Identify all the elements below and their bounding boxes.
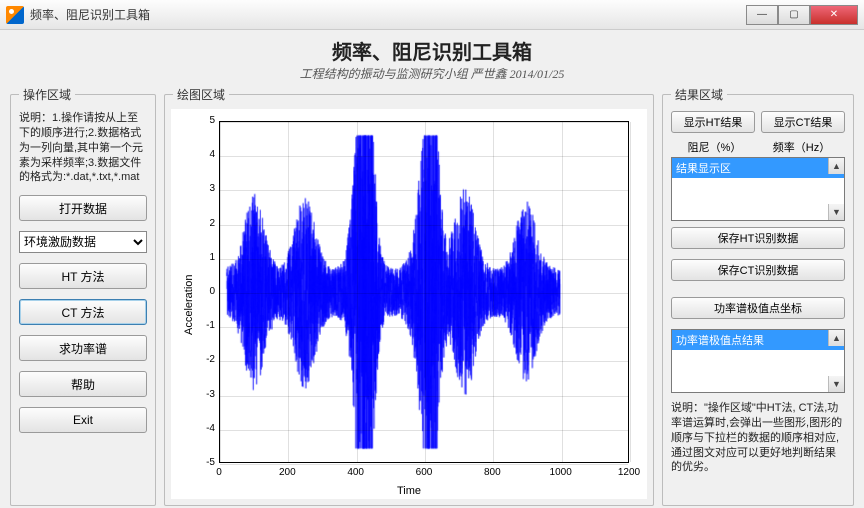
- operation-instructions: 说明：1.操作请按从上至下的顺序进行;2.数据格式为一列向量,其中第一个元素为采…: [19, 111, 147, 185]
- frequency-header: 频率（Hz）: [758, 139, 845, 155]
- y-tick-label: -2: [193, 354, 215, 365]
- plot-area: Acceleration Time 020040060080010001200-…: [171, 109, 647, 499]
- window-titlebar: 频率、阻尼识别工具箱 — ▢ ✕: [0, 0, 864, 30]
- result-panel: 结果区域 显示HT结果 显示CT结果 阻尼（%） 频率（Hz） 结果显示区 ▲ …: [662, 86, 854, 506]
- y-tick-label: 1: [193, 252, 215, 263]
- y-tick-label: 2: [193, 218, 215, 229]
- signal-trace: [220, 122, 628, 462]
- plot-panel-legend: 绘图区域: [173, 86, 229, 103]
- result-column-headers: 阻尼（%） 频率（Hz）: [671, 137, 845, 157]
- scroll-up-icon[interactable]: ▲: [828, 330, 844, 346]
- x-tick-label: 0: [207, 467, 231, 478]
- y-tick-label: -3: [193, 389, 215, 400]
- matlab-icon: [6, 6, 24, 24]
- data-mode-select[interactable]: 环境激励数据: [19, 231, 147, 253]
- exit-button[interactable]: Exit: [19, 407, 147, 433]
- scroll-down-icon[interactable]: ▼: [828, 376, 844, 392]
- help-button[interactable]: 帮助: [19, 371, 147, 397]
- minimize-button[interactable]: —: [746, 5, 778, 25]
- ht-method-button[interactable]: HT 方法: [19, 263, 147, 289]
- y-tick-label: 5: [193, 115, 215, 126]
- ps-peak-listbox-header: 功率谱极值点结果: [672, 330, 844, 350]
- operation-panel-legend: 操作区域: [19, 86, 75, 103]
- x-tick-label: 1200: [617, 467, 641, 478]
- result-listbox[interactable]: 结果显示区 ▲ ▼: [671, 157, 845, 221]
- y-tick-label: -5: [193, 457, 215, 468]
- x-tick-label: 400: [344, 467, 368, 478]
- x-tick-label: 800: [480, 467, 504, 478]
- x-tick-label: 1000: [549, 467, 573, 478]
- y-tick-label: 4: [193, 149, 215, 160]
- window-title: 频率、阻尼识别工具箱: [30, 6, 150, 23]
- damping-header: 阻尼（%）: [671, 139, 758, 155]
- show-ht-result-button[interactable]: 显示HT结果: [671, 111, 755, 133]
- app-title: 频率、阻尼识别工具箱: [10, 36, 854, 65]
- y-tick-label: -4: [193, 423, 215, 434]
- ps-peak-button[interactable]: 功率谱极值点坐标: [671, 297, 845, 319]
- open-data-button[interactable]: 打开数据: [19, 195, 147, 221]
- result-panel-legend: 结果区域: [671, 86, 727, 103]
- ct-method-button[interactable]: CT 方法: [19, 299, 147, 325]
- y-tick-label: 0: [193, 286, 215, 297]
- axes: [219, 121, 629, 463]
- close-button[interactable]: ✕: [810, 5, 858, 25]
- y-tick-label: -1: [193, 320, 215, 331]
- save-ht-button[interactable]: 保存HT识别数据: [671, 227, 845, 249]
- operation-panel: 操作区域 说明：1.操作请按从上至下的顺序进行;2.数据格式为一列向量,其中第一…: [10, 86, 156, 506]
- ps-peak-listbox[interactable]: 功率谱极值点结果 ▲ ▼: [671, 329, 845, 393]
- save-ct-button[interactable]: 保存CT识别数据: [671, 259, 845, 281]
- x-axis-label: Time: [397, 485, 421, 497]
- scroll-down-icon[interactable]: ▼: [828, 204, 844, 220]
- show-ct-result-button[interactable]: 显示CT结果: [761, 111, 845, 133]
- y-tick-label: 3: [193, 183, 215, 194]
- x-tick-label: 600: [412, 467, 436, 478]
- scroll-up-icon[interactable]: ▲: [828, 158, 844, 174]
- plot-panel: 绘图区域 Acceleration Time 02004006008001000…: [164, 86, 654, 506]
- power-spectrum-button[interactable]: 求功率谱: [19, 335, 147, 361]
- result-listbox-header: 结果显示区: [672, 158, 844, 178]
- x-tick-label: 200: [275, 467, 299, 478]
- maximize-button[interactable]: ▢: [778, 5, 810, 25]
- result-instructions: 说明："操作区域"中HT法, CT法,功率谱运算时,会弹出一些图形,图形的顺序与…: [671, 401, 845, 475]
- app-subtitle: 工程结构的振动与监测研究小组 严世鑫 2014/01/25: [10, 65, 854, 82]
